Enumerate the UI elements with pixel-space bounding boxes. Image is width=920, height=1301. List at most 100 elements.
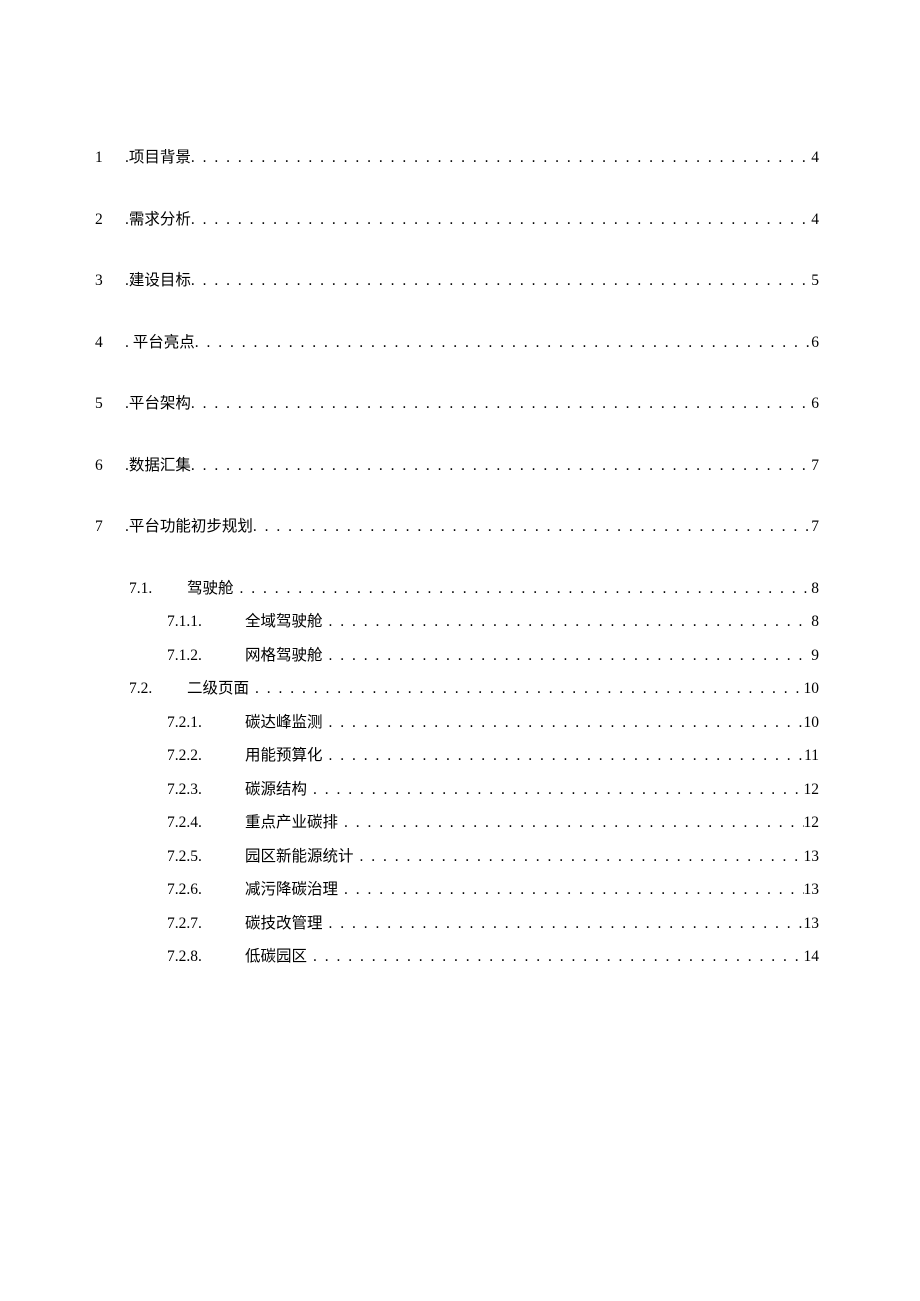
toc-page: 10 bbox=[804, 681, 820, 697]
spacer bbox=[95, 663, 825, 681]
toc-number: 4 bbox=[95, 335, 125, 351]
toc-entry: 1 .项目背景 4 bbox=[95, 150, 825, 166]
toc-page: 6 bbox=[811, 335, 819, 351]
toc-title: 驾驶舱 bbox=[187, 581, 240, 597]
toc-number: 7.2.8. bbox=[167, 949, 245, 965]
toc-leader bbox=[344, 882, 803, 898]
toc-entry: 7.2.8. 低碳园区 14 bbox=[95, 949, 825, 965]
toc-leader bbox=[344, 815, 803, 831]
toc-number: 7.2.3. bbox=[167, 782, 245, 798]
toc-title: 二级页面 bbox=[187, 681, 255, 697]
toc-title: 用能预算化 bbox=[245, 748, 329, 764]
toc-number: 7.1. bbox=[129, 581, 187, 597]
toc-page: 8 bbox=[811, 614, 819, 630]
toc-title: 重点产业碳排 bbox=[245, 815, 344, 831]
spacer bbox=[95, 931, 825, 949]
toc-entry: 3 .建设目标 5 bbox=[95, 273, 825, 289]
toc-number: 3 bbox=[95, 273, 125, 289]
toc-entry: 7.2. 二级页面 10 bbox=[95, 681, 825, 697]
toc-number: 7.1.1. bbox=[167, 614, 245, 630]
toc-page: 12 bbox=[804, 782, 820, 798]
toc-leader bbox=[329, 614, 812, 630]
toc-number: 7 bbox=[95, 519, 125, 535]
toc-entry: 7.2.2. 用能预算化 11 bbox=[95, 748, 825, 764]
spacer bbox=[95, 797, 825, 815]
toc-number: 7.2.6. bbox=[167, 882, 245, 898]
toc-page: 13 bbox=[804, 916, 820, 932]
toc-leader bbox=[195, 335, 811, 351]
toc-leader bbox=[191, 458, 811, 474]
spacer bbox=[95, 227, 825, 273]
toc-title: .平台架构 bbox=[125, 396, 191, 412]
toc-title: . 平台亮点 bbox=[125, 335, 195, 351]
toc-entry: 7.1.1. 全域驾驶舱 8 bbox=[95, 614, 825, 630]
toc-title: 碳达峰监测 bbox=[245, 715, 329, 731]
spacer bbox=[95, 630, 825, 648]
spacer bbox=[95, 864, 825, 882]
toc-title: .平台功能初步规划 bbox=[125, 519, 253, 535]
spacer bbox=[95, 289, 825, 335]
spacer bbox=[95, 350, 825, 396]
spacer bbox=[95, 831, 825, 849]
toc-leader bbox=[313, 949, 803, 965]
toc-leader bbox=[191, 150, 811, 166]
toc-number: 7.2.7. bbox=[167, 916, 245, 932]
toc-entry: 5 .平台架构 6 bbox=[95, 396, 825, 412]
toc-entry: 2 .需求分析 4 bbox=[95, 212, 825, 228]
toc-leader bbox=[191, 212, 811, 228]
toc-title: .需求分析 bbox=[125, 212, 191, 228]
toc-entry: 7.2.1. 碳达峰监测 10 bbox=[95, 715, 825, 731]
toc-title: 全域驾驶舱 bbox=[245, 614, 329, 630]
spacer bbox=[95, 412, 825, 458]
toc-page: 8 bbox=[811, 581, 819, 597]
toc-title: 低碳园区 bbox=[245, 949, 313, 965]
toc-title: 园区新能源统计 bbox=[245, 849, 360, 865]
toc-number: 7.2.2. bbox=[167, 748, 245, 764]
toc-leader bbox=[240, 581, 812, 597]
toc-title: .项目背景 bbox=[125, 150, 191, 166]
toc-page: 6 bbox=[811, 396, 819, 412]
toc-title: .建设目标 bbox=[125, 273, 191, 289]
toc-number: 7.2.4. bbox=[167, 815, 245, 831]
toc-entry: 7.2.3. 碳源结构 12 bbox=[95, 782, 825, 798]
spacer bbox=[95, 764, 825, 782]
toc-entry: 7.1.2. 网格驾驶舱 9 bbox=[95, 648, 825, 664]
toc-leader bbox=[253, 519, 811, 535]
spacer bbox=[95, 473, 825, 519]
toc-page: 11 bbox=[804, 748, 819, 764]
toc-number: 2 bbox=[95, 212, 125, 228]
spacer bbox=[95, 730, 825, 748]
toc-leader bbox=[191, 396, 811, 412]
toc-leader bbox=[255, 681, 803, 697]
toc-entry: 7.2.5. 园区新能源统计 13 bbox=[95, 849, 825, 865]
toc-page: 10 bbox=[804, 715, 820, 731]
toc-entry: 6 .数据汇集 7 bbox=[95, 458, 825, 474]
toc-page: 13 bbox=[804, 849, 820, 865]
toc-number: 7.2. bbox=[129, 681, 187, 697]
toc-entry: 4 . 平台亮点 6 bbox=[95, 335, 825, 351]
toc-leader bbox=[329, 748, 805, 764]
toc-page: 4 bbox=[811, 150, 819, 166]
toc-title: 减污降碳治理 bbox=[245, 882, 344, 898]
toc-leader bbox=[191, 273, 811, 289]
toc-page: 5 bbox=[811, 273, 819, 289]
spacer bbox=[95, 166, 825, 212]
toc-number: 7.1.2. bbox=[167, 648, 245, 664]
toc-title: 碳技改管理 bbox=[245, 916, 329, 932]
toc-number: 1 bbox=[95, 150, 125, 166]
spacer bbox=[95, 596, 825, 614]
spacer bbox=[95, 697, 825, 715]
toc-page: 1 .项目背景 4 2 .需求分析 4 3 .建设目标 5 4 . 平台亮点 6… bbox=[0, 0, 920, 1145]
toc-page: 13 bbox=[804, 882, 820, 898]
toc-page: 14 bbox=[804, 949, 820, 965]
toc-entry: 7.1. 驾驶舱 8 bbox=[95, 581, 825, 597]
spacer bbox=[95, 898, 825, 916]
toc-title: 碳源结构 bbox=[245, 782, 313, 798]
toc-number: 7.2.5. bbox=[167, 849, 245, 865]
toc-leader bbox=[329, 715, 804, 731]
toc-entry: 7.2.4. 重点产业碳排 12 bbox=[95, 815, 825, 831]
toc-leader bbox=[329, 916, 804, 932]
toc-leader bbox=[329, 648, 812, 664]
toc-page: 7 bbox=[811, 519, 819, 535]
toc-entry: 7 .平台功能初步规划 7 bbox=[95, 519, 825, 535]
